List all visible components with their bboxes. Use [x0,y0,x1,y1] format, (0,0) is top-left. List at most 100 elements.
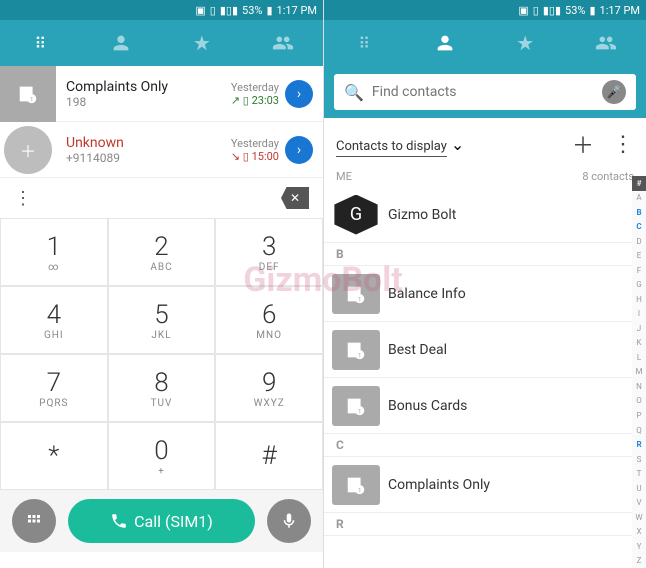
contact-name: Balance Info [388,286,466,302]
key-1[interactable]: 1∞ [0,218,108,286]
backspace-button[interactable]: ✕ [281,187,309,209]
index-letter[interactable]: M [636,365,643,380]
keypad-header: ⋮ ✕ [0,178,323,218]
contact-row[interactable]: 1Best Deal [324,322,646,378]
overflow-menu-button[interactable]: ⋮ [612,132,634,157]
index-letter[interactable]: E [637,249,642,264]
index-letter[interactable]: W [635,510,642,525]
more-menu-icon[interactable]: ⋮ [14,188,32,209]
call-sub: +9114089 [66,151,231,165]
index-letter[interactable]: G [636,278,641,293]
key-letters: GHI [44,330,64,341]
index-letter[interactable]: N [636,379,642,394]
filter-row: Contacts to display ⌄ ＋ ⋮ [324,118,646,166]
contact-name: Best Deal [388,342,447,358]
keypad: 1∞2ABC3DEF 4GHI5JKL6MNO 7PQRS8TUV9WXYZ * 0+ # [0,218,323,490]
battery-icon: ▮ [589,4,595,17]
key-number: * [48,441,59,471]
index-letter[interactable]: H [636,292,642,307]
search-bar[interactable]: 🔍 🎤 [334,74,636,110]
call-meta: Yesterday ↗ ▯ 23:03 [231,81,285,107]
index-letter[interactable]: X [636,524,641,539]
index-letter[interactable]: Y [637,539,642,554]
search-icon: 🔍 [344,83,364,102]
call-detail-button[interactable]: › [285,136,313,164]
contacts-list[interactable]: G Gizmo Bolt B1Balance Info1Best Deal1Bo… [324,187,646,568]
tab-groups[interactable] [566,20,646,66]
index-letter[interactable]: B [636,205,641,220]
index-letter[interactable]: Z [637,553,642,568]
dialpad-toggle-button[interactable] [12,499,56,543]
key-7[interactable]: 7PQRS [0,354,108,422]
call-button[interactable]: Call (SIM1) [68,499,255,543]
sim-icon: ▯ [533,4,539,17]
battery-icon: ▮ [266,4,272,17]
call-row[interactable]: ＋ Unknown +9114089 Yesterday ↘ ▯ 15:00 › [0,122,323,178]
key-6[interactable]: 6MNO [215,286,323,354]
contact-card-icon: 1 [0,66,56,122]
index-letter[interactable]: K [636,336,641,351]
key-number: 6 [262,300,276,330]
index-letter[interactable]: U [636,481,641,496]
contact-row[interactable]: 1 Balance Info [324,266,646,322]
key-*[interactable]: * [0,422,108,490]
signal-icon: ▮▯▮ [220,4,238,17]
tab-groups[interactable] [242,20,323,66]
call-button-label: Call (SIM1) [134,512,213,531]
index-letter[interactable]: T [637,466,642,481]
index-letter[interactable]: R [636,437,641,452]
index-letter[interactable]: S [637,452,642,467]
index-letter[interactable]: Q [636,423,642,438]
key-5[interactable]: 5JKL [108,286,216,354]
index-letter[interactable]: C [636,220,641,235]
tab-keypad[interactable]: ⠿ [0,20,81,66]
key-number: # [262,441,277,471]
key-number: 7 [47,368,61,398]
alpha-index[interactable]: #ABCDEFGHIJKLMNOPQRSTUVWXYZ [632,176,646,568]
key-9[interactable]: 9WXYZ [215,354,323,422]
index-letter[interactable]: P [636,408,641,423]
tab-bar: ⠿ ★ [0,20,323,66]
key-4[interactable]: 4GHI [0,286,108,354]
voice-search-button[interactable]: 🎤 [602,80,626,104]
me-contact-row[interactable]: G Gizmo Bolt [324,187,646,243]
contact-row[interactable]: 1Complaints Only [324,457,646,513]
index-letter[interactable]: O [636,394,642,409]
index-letter[interactable]: J [637,321,641,336]
index-letter[interactable]: L [637,350,641,365]
tab-contacts[interactable] [405,20,486,66]
svg-text:1: 1 [30,95,34,103]
voice-button[interactable] [267,499,311,543]
tab-contacts[interactable] [81,20,162,66]
key-3[interactable]: 3DEF [215,218,323,286]
search-input[interactable] [372,84,602,100]
contact-card-icon: 1 [332,274,380,314]
key-8[interactable]: 8TUV [108,354,216,422]
index-letter[interactable]: V [636,495,641,510]
key-letters: + [158,466,165,477]
add-contact-button[interactable]: ＋ [572,128,594,160]
contacts-filter-dropdown[interactable]: Contacts to display ⌄ [336,135,464,154]
avatar: G [332,195,380,235]
add-contact-icon[interactable]: ＋ [4,126,52,174]
index-letter[interactable]: D [636,234,641,249]
tab-favorites[interactable]: ★ [162,20,243,66]
index-letter[interactable]: A [636,191,641,206]
key-letters: DEF [259,262,280,273]
tab-favorites[interactable]: ★ [485,20,566,66]
index-letter[interactable]: # [632,176,646,191]
contact-row[interactable]: 1Bonus Cards [324,378,646,434]
key-letters: ABC [150,262,172,273]
contact-card-icon: 1 [332,386,380,426]
tab-keypad[interactable]: ⠿ [324,20,405,66]
call-detail-button[interactable]: › [285,80,313,108]
index-letter[interactable]: I [638,307,640,322]
key-#[interactable]: # [215,422,323,490]
call-row[interactable]: 1 Complaints Only 198 Yesterday ↗ ▯ 23:0… [0,66,323,122]
sim-icon: ▯ [210,4,216,17]
key-0[interactable]: 0+ [108,422,216,490]
index-letter[interactable]: F [637,263,641,278]
key-2[interactable]: 2ABC [108,218,216,286]
contact-name: Complaints Only [388,477,490,493]
key-number: 1 [47,232,61,262]
